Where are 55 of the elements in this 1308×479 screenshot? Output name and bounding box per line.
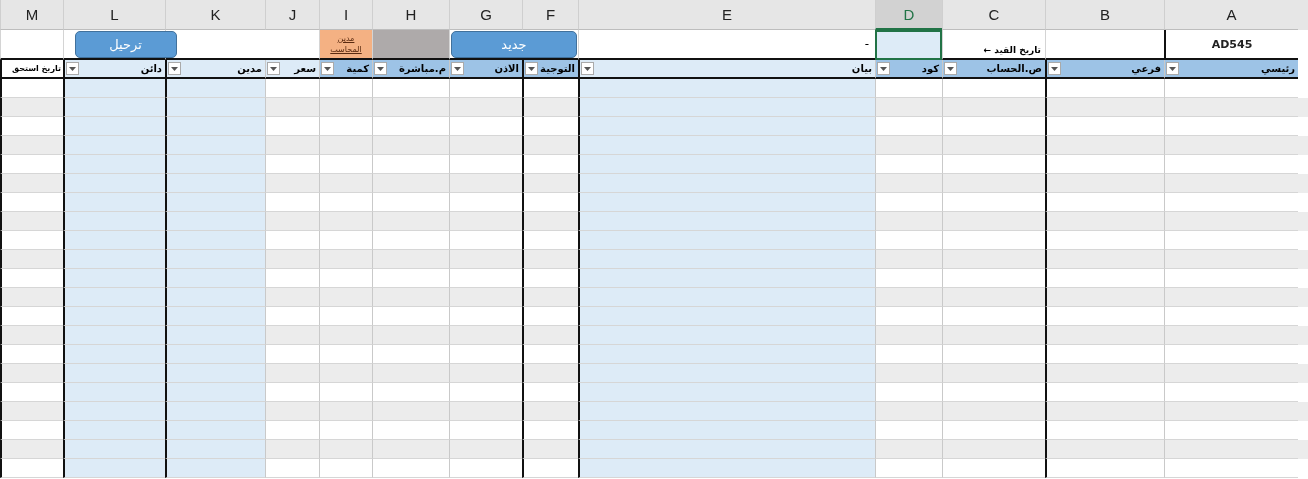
column-letter[interactable]: B	[1045, 0, 1164, 30]
filter-dropdown-button[interactable]	[581, 62, 594, 75]
entry-date-label: تاريخ القيد ←	[983, 45, 1041, 55]
header-label: التوجية	[540, 63, 575, 74]
table-cell	[522, 459, 578, 478]
caret-icon	[880, 66, 887, 71]
column-letter[interactable]: D	[875, 0, 942, 30]
filter-dropdown-button[interactable]	[877, 62, 890, 75]
filter-dropdown-button[interactable]	[321, 62, 334, 75]
header-label: فرعي	[1131, 63, 1161, 74]
column-letter[interactable]: K	[165, 0, 265, 30]
filter-dropdown-button[interactable]	[944, 62, 957, 75]
header-label: رئيسي	[1261, 63, 1295, 74]
column-letter[interactable]: A	[1164, 0, 1298, 30]
column-letter[interactable]: M	[0, 0, 63, 30]
header-label: كمية	[346, 63, 369, 74]
header-label: م.مباشرة	[398, 63, 446, 74]
caret-icon	[171, 66, 178, 71]
header-label: بيان	[851, 63, 872, 74]
filter-dropdown-button[interactable]	[451, 62, 464, 75]
column-letter[interactable]: G	[449, 0, 522, 30]
caret-icon	[947, 66, 954, 71]
caret-icon	[1051, 66, 1058, 71]
active-cell[interactable]	[875, 30, 942, 60]
caret-icon	[584, 66, 591, 71]
filter-dropdown-button[interactable]	[374, 62, 387, 75]
column-letter[interactable]: L	[63, 0, 165, 30]
caret-icon	[69, 66, 76, 71]
caret-icon	[324, 66, 331, 71]
caret-icon	[377, 66, 384, 71]
column-letter[interactable]: J	[265, 0, 319, 30]
filter-dropdown-button[interactable]	[267, 62, 280, 75]
caret-icon	[270, 66, 277, 71]
filter-dropdown-button[interactable]	[525, 62, 538, 75]
caret-icon	[528, 66, 535, 71]
filter-dropdown-button[interactable]	[1048, 62, 1061, 75]
entry-reference: AD545	[1211, 37, 1253, 51]
filter-dropdown-button[interactable]	[168, 62, 181, 75]
column-letter[interactable]: E	[578, 0, 875, 30]
header-label: مدين	[237, 63, 262, 74]
header-label: دائن	[140, 63, 162, 74]
table-cell	[0, 459, 63, 478]
header-label: كود	[921, 63, 939, 74]
table-cell	[319, 459, 372, 478]
description-value: -	[864, 37, 869, 51]
caret-icon	[1169, 66, 1176, 71]
filter-dropdown-button[interactable]	[1166, 62, 1179, 75]
header-label: ص.الحساب	[986, 63, 1042, 74]
accountant-note: مدين المحاسب	[319, 30, 372, 60]
column-letter[interactable]: F	[522, 0, 578, 30]
header-label: سعر	[294, 63, 316, 74]
filter-dropdown-button[interactable]	[66, 62, 79, 75]
header-label: تاريخ استحق	[11, 64, 61, 73]
header-label: الاذن	[494, 63, 519, 74]
caret-icon	[454, 66, 461, 71]
